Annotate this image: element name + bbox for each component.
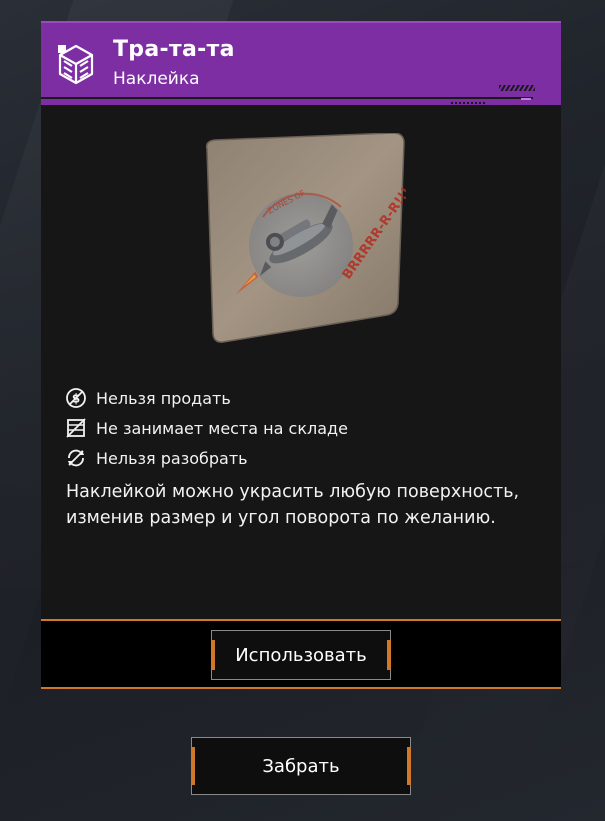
item-properties: $ Нельзя продать Не занимает места на ск… bbox=[65, 383, 545, 473]
property-no-sell: $ Нельзя продать bbox=[65, 383, 545, 413]
property-no-storage: Не занимает места на складе bbox=[65, 413, 545, 443]
button-accent-right bbox=[387, 640, 391, 670]
property-label: Не занимает места на складе bbox=[96, 418, 348, 438]
no-disassemble-icon bbox=[68, 449, 84, 467]
take-button[interactable]: Забрать bbox=[191, 737, 411, 795]
no-sell-icon: $ bbox=[66, 388, 86, 408]
item-card: Тра-та-та Наклейка ZONES OF BRRRRR-R-R!!… bbox=[41, 21, 561, 689]
header-divider bbox=[41, 97, 533, 99]
button-accent-right bbox=[407, 747, 411, 785]
header-decoration-dots bbox=[451, 102, 487, 104]
item-header: Тра-та-та Наклейка bbox=[41, 21, 561, 105]
take-button-label: Забрать bbox=[262, 755, 340, 777]
item-title: Тра-та-та bbox=[113, 37, 235, 62]
sticker-cube-icon bbox=[58, 44, 94, 85]
button-accent-left bbox=[191, 747, 195, 785]
button-accent-left bbox=[211, 640, 215, 670]
use-button-label: Использовать bbox=[235, 644, 367, 666]
property-label: Нельзя продать bbox=[96, 388, 231, 408]
item-type: Наклейка bbox=[113, 69, 200, 89]
header-decoration-hatch bbox=[499, 85, 535, 91]
sticker-image: ZONES OF BRRRRR-R-R!!! bbox=[201, 132, 414, 343]
item-description: Наклейкой можно украсить любую поверхнос… bbox=[66, 482, 520, 528]
header-decoration-accent bbox=[521, 98, 531, 100]
no-storage-icon bbox=[66, 418, 86, 438]
property-label: Нельзя разобрать bbox=[96, 448, 248, 468]
use-button[interactable]: Использовать bbox=[211, 630, 391, 680]
card-footer: Использовать bbox=[41, 619, 561, 689]
property-no-disassemble: Нельзя разобрать bbox=[65, 443, 545, 473]
